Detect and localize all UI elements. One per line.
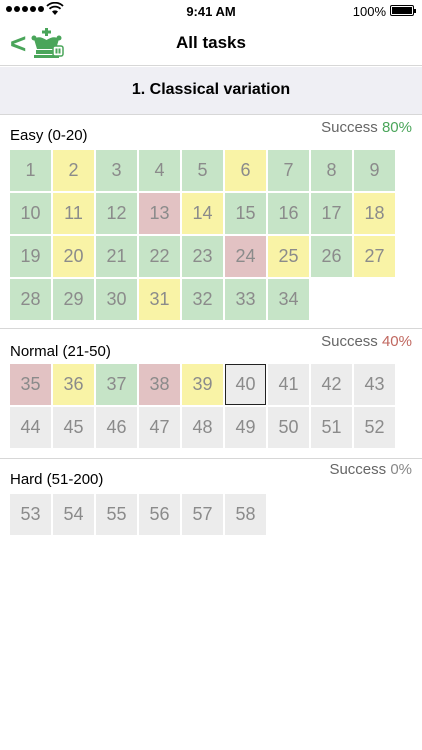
difficulty-group-hard: Success 0% Hard (51-200) 53 54 55 56 57 58 (0, 459, 422, 549)
task-tile[interactable]: 3 (96, 150, 137, 191)
task-tile[interactable]: 41 (268, 364, 309, 405)
group-label: Hard (51-200) (10, 471, 104, 488)
task-tile[interactable]: 10 (10, 193, 51, 234)
task-tile[interactable]: 20 (53, 236, 94, 277)
success-rate: Success 40% (321, 333, 412, 350)
task-tile[interactable]: 31 (139, 279, 180, 320)
task-tile[interactable]: 29 (53, 279, 94, 320)
task-tile[interactable]: 19 (10, 236, 51, 277)
task-tile[interactable]: 13 (139, 193, 180, 234)
task-tile[interactable]: 35 (10, 364, 51, 405)
task-tile[interactable]: 36 (53, 364, 94, 405)
task-tile[interactable]: 30 (96, 279, 137, 320)
task-tile[interactable]: 18 (354, 193, 395, 234)
task-tile[interactable]: 51 (311, 407, 352, 448)
task-tile[interactable]: 26 (311, 236, 352, 277)
task-tile[interactable]: 56 (139, 494, 180, 535)
task-tile[interactable]: 4 (139, 150, 180, 191)
task-tile[interactable]: 16 (268, 193, 309, 234)
group-label: Easy (0-20) (10, 127, 88, 144)
task-tile[interactable]: 43 (354, 364, 395, 405)
task-tile[interactable]: 5 (182, 150, 223, 191)
task-tile[interactable]: 50 (268, 407, 309, 448)
success-rate: Success 0% (329, 461, 412, 478)
task-tile[interactable]: 55 (96, 494, 137, 535)
task-grid: 53 54 55 56 57 58 (10, 494, 395, 535)
task-tile[interactable]: 32 (182, 279, 223, 320)
task-tile[interactable]: 40 (225, 364, 266, 405)
difficulty-group-easy: Success 80% Easy (0-20) 1 2 3 4 5 6 7 8 9 10 11 12 1… (0, 115, 422, 329)
task-tile[interactable]: 33 (225, 279, 266, 320)
task-tile[interactable]: 6 (225, 150, 266, 191)
task-tile[interactable]: 2 (53, 150, 94, 191)
battery-icon (390, 5, 416, 16)
success-value: 40% (381, 333, 412, 350)
task-tile[interactable]: 34 (268, 279, 309, 320)
task-tile[interactable]: 48 (182, 407, 223, 448)
task-tile[interactable]: 11 (53, 193, 94, 234)
task-tile[interactable]: 58 (225, 494, 266, 535)
task-tile[interactable]: 54 (53, 494, 94, 535)
task-tile[interactable]: 42 (311, 364, 352, 405)
task-tile[interactable]: 14 (182, 193, 223, 234)
task-tile[interactable]: 23 (182, 236, 223, 277)
group-label: Normal (21-50) (10, 343, 111, 360)
task-tile[interactable]: 44 (10, 407, 51, 448)
task-tile[interactable]: 15 (225, 193, 266, 234)
navigation-bar: < All tasks (0, 22, 422, 66)
task-grid: 1 2 3 4 5 6 7 8 9 10 11 12 13 14 15 16 17 18 19 20 21 22 23 24 2… (10, 150, 395, 320)
task-tile[interactable]: 45 (53, 407, 94, 448)
task-tile[interactable]: 52 (354, 407, 395, 448)
task-grid: 35 36 37 38 39 40 41 42 43 44 45 46 47 48 49 50 51 52 (10, 364, 395, 448)
task-tile[interactable]: 1 (10, 150, 51, 191)
battery-percentage: 100% (352, 4, 386, 19)
difficulty-group-normal: Success 40% Normal (21-50) 35 36 37 38 39 40 4… (0, 329, 422, 459)
task-tile[interactable]: 27 (354, 236, 395, 277)
task-tile[interactable]: 49 (225, 407, 266, 448)
task-tile[interactable]: 46 (96, 407, 137, 448)
task-tile[interactable]: 9 (354, 150, 395, 191)
task-tile[interactable]: 7 (268, 150, 309, 191)
task-tile[interactable]: 28 (10, 279, 51, 320)
task-tile[interactable]: 21 (96, 236, 137, 277)
task-tile[interactable]: 17 (311, 193, 352, 234)
task-tile[interactable]: 12 (96, 193, 137, 234)
success-value: 0% (390, 461, 412, 478)
task-tile[interactable]: 57 (182, 494, 223, 535)
success-value: 80% (381, 119, 412, 136)
task-tile[interactable]: 25 (268, 236, 309, 277)
task-tile[interactable]: 38 (139, 364, 180, 405)
task-tile[interactable]: 22 (139, 236, 180, 277)
task-tile[interactable]: 37 (96, 364, 137, 405)
page-title: All tasks (176, 33, 246, 52)
task-tile[interactable]: 39 (182, 364, 223, 405)
task-tile[interactable]: 24 (225, 236, 266, 277)
section-header: 1. Classical variation (0, 67, 422, 115)
success-rate: Success 80% (321, 119, 412, 136)
task-tile[interactable]: 53 (10, 494, 51, 535)
status-bar: 9:41 AM 100% (0, 0, 422, 22)
task-tile[interactable]: 47 (139, 407, 180, 448)
task-tile[interactable]: 8 (311, 150, 352, 191)
